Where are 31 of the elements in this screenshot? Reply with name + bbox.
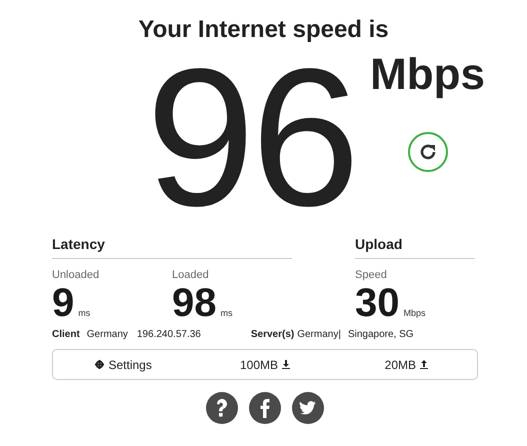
refresh-icon [418,142,438,162]
section-title: Latency [52,235,292,259]
help-icon[interactable] [206,392,238,424]
settings-icon [95,360,104,369]
metric-unit: ms [78,308,90,318]
speed-heading: Your Internet speed is [137,15,390,44]
metric-label: Unloaded [52,268,100,282]
client-label: Client [52,328,80,342]
download-icon [282,360,290,369]
twitter-icon[interactable] [292,392,324,424]
server-label: Server(s) [250,328,294,342]
client-ip: 196.240.57.36 [136,328,201,342]
download-size[interactable]: 100MB [240,358,278,372]
metric-unit: ms [220,308,232,318]
upload-size[interactable]: 20MB [384,358,416,372]
speed-value: 96 [146,48,356,228]
metric-unit: Mbps [404,308,426,318]
metric-value: 98 [172,282,216,324]
client-location: Germany [86,328,128,342]
metric-value: 30 [355,282,400,324]
speed-unit: Mbps [370,50,485,100]
server-location: Singapore, SG [348,328,414,342]
settings-link[interactable]: Settings [108,358,152,372]
server-location: Germany| [297,328,341,342]
metric-value: 9 [52,282,74,324]
metric-label: Speed [355,268,388,282]
metric-label: Loaded [172,268,210,282]
facebook-icon[interactable] [249,392,281,424]
section-title: Upload [355,235,475,259]
refresh-button[interactable] [408,132,448,172]
upload-icon [420,360,428,369]
